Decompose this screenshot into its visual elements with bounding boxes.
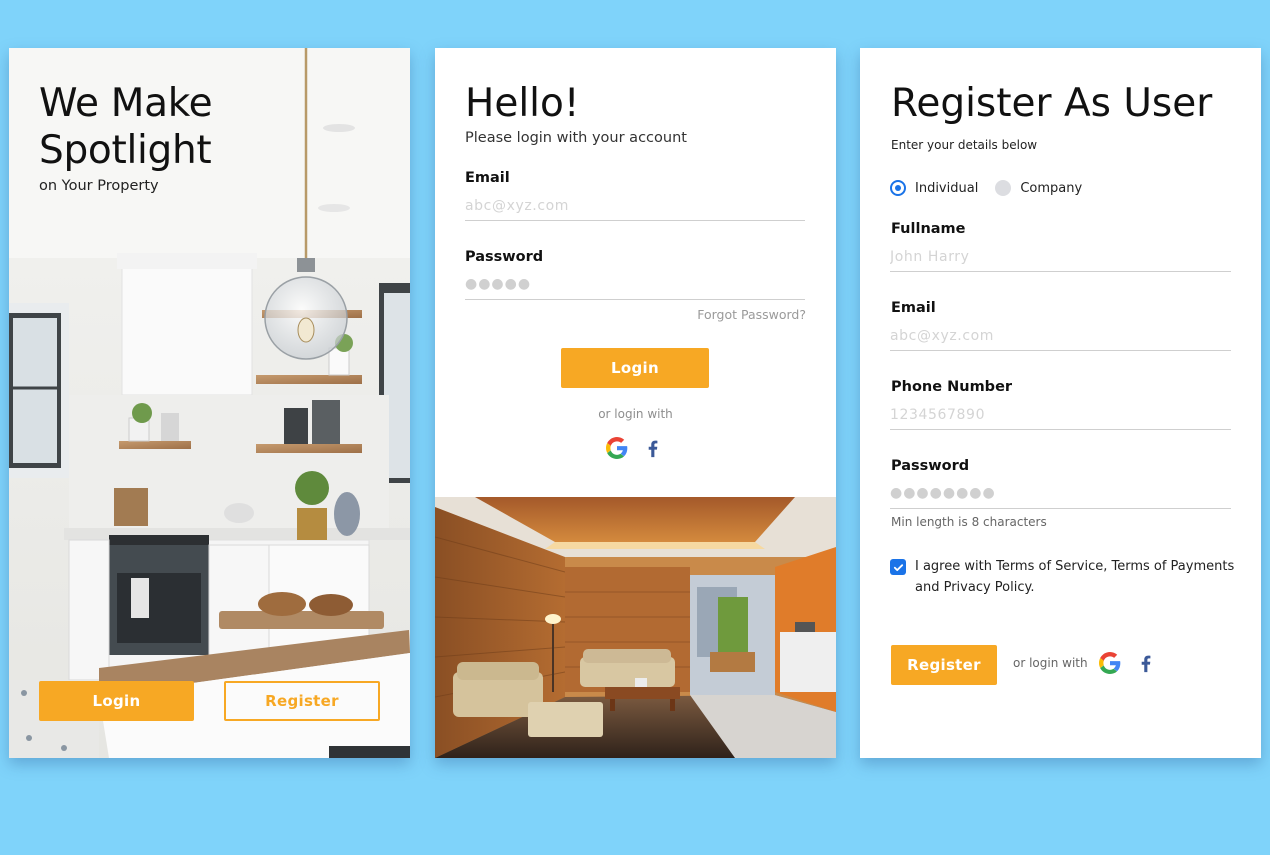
login-card: Hello! Please login with your account Em… — [435, 48, 836, 758]
login-button[interactable]: Login — [39, 681, 194, 721]
radio-individual[interactable] — [890, 180, 906, 196]
forgot-password-link[interactable]: Forgot Password? — [697, 307, 806, 322]
radio-company-label[interactable]: Company — [1020, 181, 1082, 196]
email-label: Email — [891, 300, 936, 316]
or-login-text: or login with — [598, 407, 673, 421]
phone-label: Phone Number — [891, 379, 1013, 395]
password-field[interactable]: ●●●●●●●● — [890, 483, 1231, 509]
login-submit-button[interactable]: Login — [561, 348, 709, 388]
hero-title: We Make Spotlight — [39, 81, 213, 173]
password-field[interactable]: ●●●●● — [465, 274, 805, 300]
social-login — [1099, 652, 1157, 674]
email-label: Email — [465, 170, 510, 186]
password-label: Password — [891, 458, 970, 474]
login-subtitle: Please login with your account — [465, 130, 687, 146]
password-mask: ●●●●● — [465, 276, 532, 292]
or-login-text: or login with — [1013, 656, 1088, 670]
email-field[interactable] — [465, 195, 805, 221]
password-label: Password — [465, 249, 544, 265]
phone-field[interactable] — [890, 404, 1231, 430]
email-field[interactable] — [890, 325, 1231, 351]
fullname-field[interactable] — [890, 246, 1231, 272]
agree-terms-text[interactable]: I agree with Terms of Service, Terms of … — [915, 556, 1235, 598]
register-submit-button[interactable]: Register — [891, 645, 997, 685]
password-hint: Min length is 8 characters — [891, 515, 1047, 529]
google-icon[interactable] — [1099, 652, 1121, 674]
register-title: Register As User — [891, 81, 1213, 126]
google-icon[interactable] — [606, 437, 628, 459]
welcome-card: We Make Spotlight on Your Property Login… — [9, 48, 410, 758]
facebook-icon[interactable] — [642, 437, 664, 459]
hero-subtitle: on Your Property — [39, 178, 159, 194]
social-login — [606, 437, 664, 459]
register-subtitle: Enter your details below — [891, 138, 1038, 152]
radio-company[interactable] — [995, 180, 1012, 196]
living-room-photo — [435, 497, 836, 758]
facebook-icon[interactable] — [1135, 652, 1157, 674]
fullname-label: Fullname — [891, 221, 966, 237]
account-type-group: Individual Company — [890, 180, 1099, 196]
radio-individual-label[interactable]: Individual — [915, 181, 978, 196]
login-title: Hello! — [465, 81, 580, 126]
check-icon — [893, 563, 903, 571]
register-card: Register As User Enter your details belo… — [860, 48, 1261, 758]
password-mask: ●●●●●●●● — [890, 485, 996, 501]
register-button[interactable]: Register — [224, 681, 380, 721]
agree-checkbox[interactable] — [890, 559, 906, 575]
